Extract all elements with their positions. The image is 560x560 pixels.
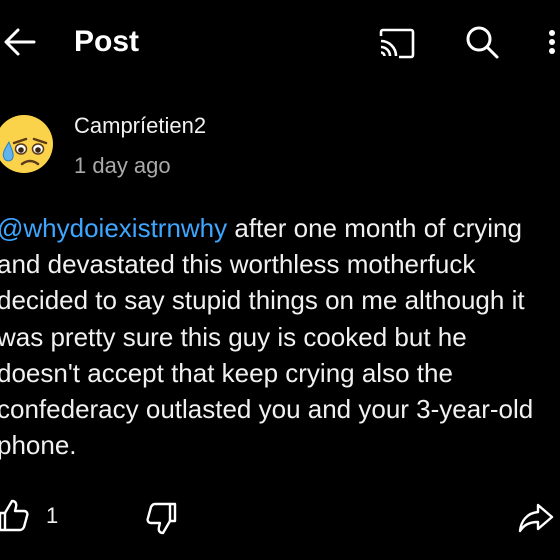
post-timestamp: 1 day ago	[74, 153, 171, 178]
post-line: @whydoiexistrnwhy after one month of cry…	[0, 210, 560, 246]
thumbs-up-icon	[0, 499, 29, 532]
back-button[interactable]	[0, 22, 40, 62]
post-body: @whydoiexistrnwhy after one month of cry…	[0, 210, 560, 463]
page-title: Post	[74, 25, 140, 58]
more-options-button[interactable]	[544, 22, 560, 62]
worried-sweat-face-icon	[0, 115, 53, 173]
like-count: 1	[46, 503, 59, 528]
author-avatar[interactable]	[0, 112, 56, 176]
cast-button[interactable]	[377, 24, 417, 64]
share-icon	[518, 503, 554, 533]
search-button[interactable]	[462, 22, 502, 62]
cast-icon	[379, 28, 415, 59]
search-icon	[466, 26, 499, 59]
thumbs-down-icon	[146, 502, 177, 535]
author-name[interactable]: Campríetien2	[74, 112, 206, 140]
top-app-bar: Post	[0, 0, 560, 86]
post-line: and devastated this worthless motherfuck	[0, 249, 476, 280]
post-line: phone.	[0, 430, 77, 461]
post-line: confederacy outlasted you and your 3-yea…	[0, 394, 534, 425]
user-mention-link[interactable]: @whydoiexistrnwhy	[0, 213, 227, 243]
post-line: decided to say stupid things on me altho…	[0, 285, 525, 316]
post-line: doesn't accept that keep crying also the	[0, 357, 453, 388]
dislike-button[interactable]	[143, 498, 183, 538]
share-button[interactable]	[516, 497, 556, 537]
arrow-left-icon	[4, 28, 36, 56]
more-vertical-icon	[549, 30, 555, 54]
like-button[interactable]	[0, 496, 32, 536]
post-line: was pretty sure this guy is cooked but h…	[0, 321, 467, 352]
post-line-text: after one month of crying	[227, 213, 522, 243]
